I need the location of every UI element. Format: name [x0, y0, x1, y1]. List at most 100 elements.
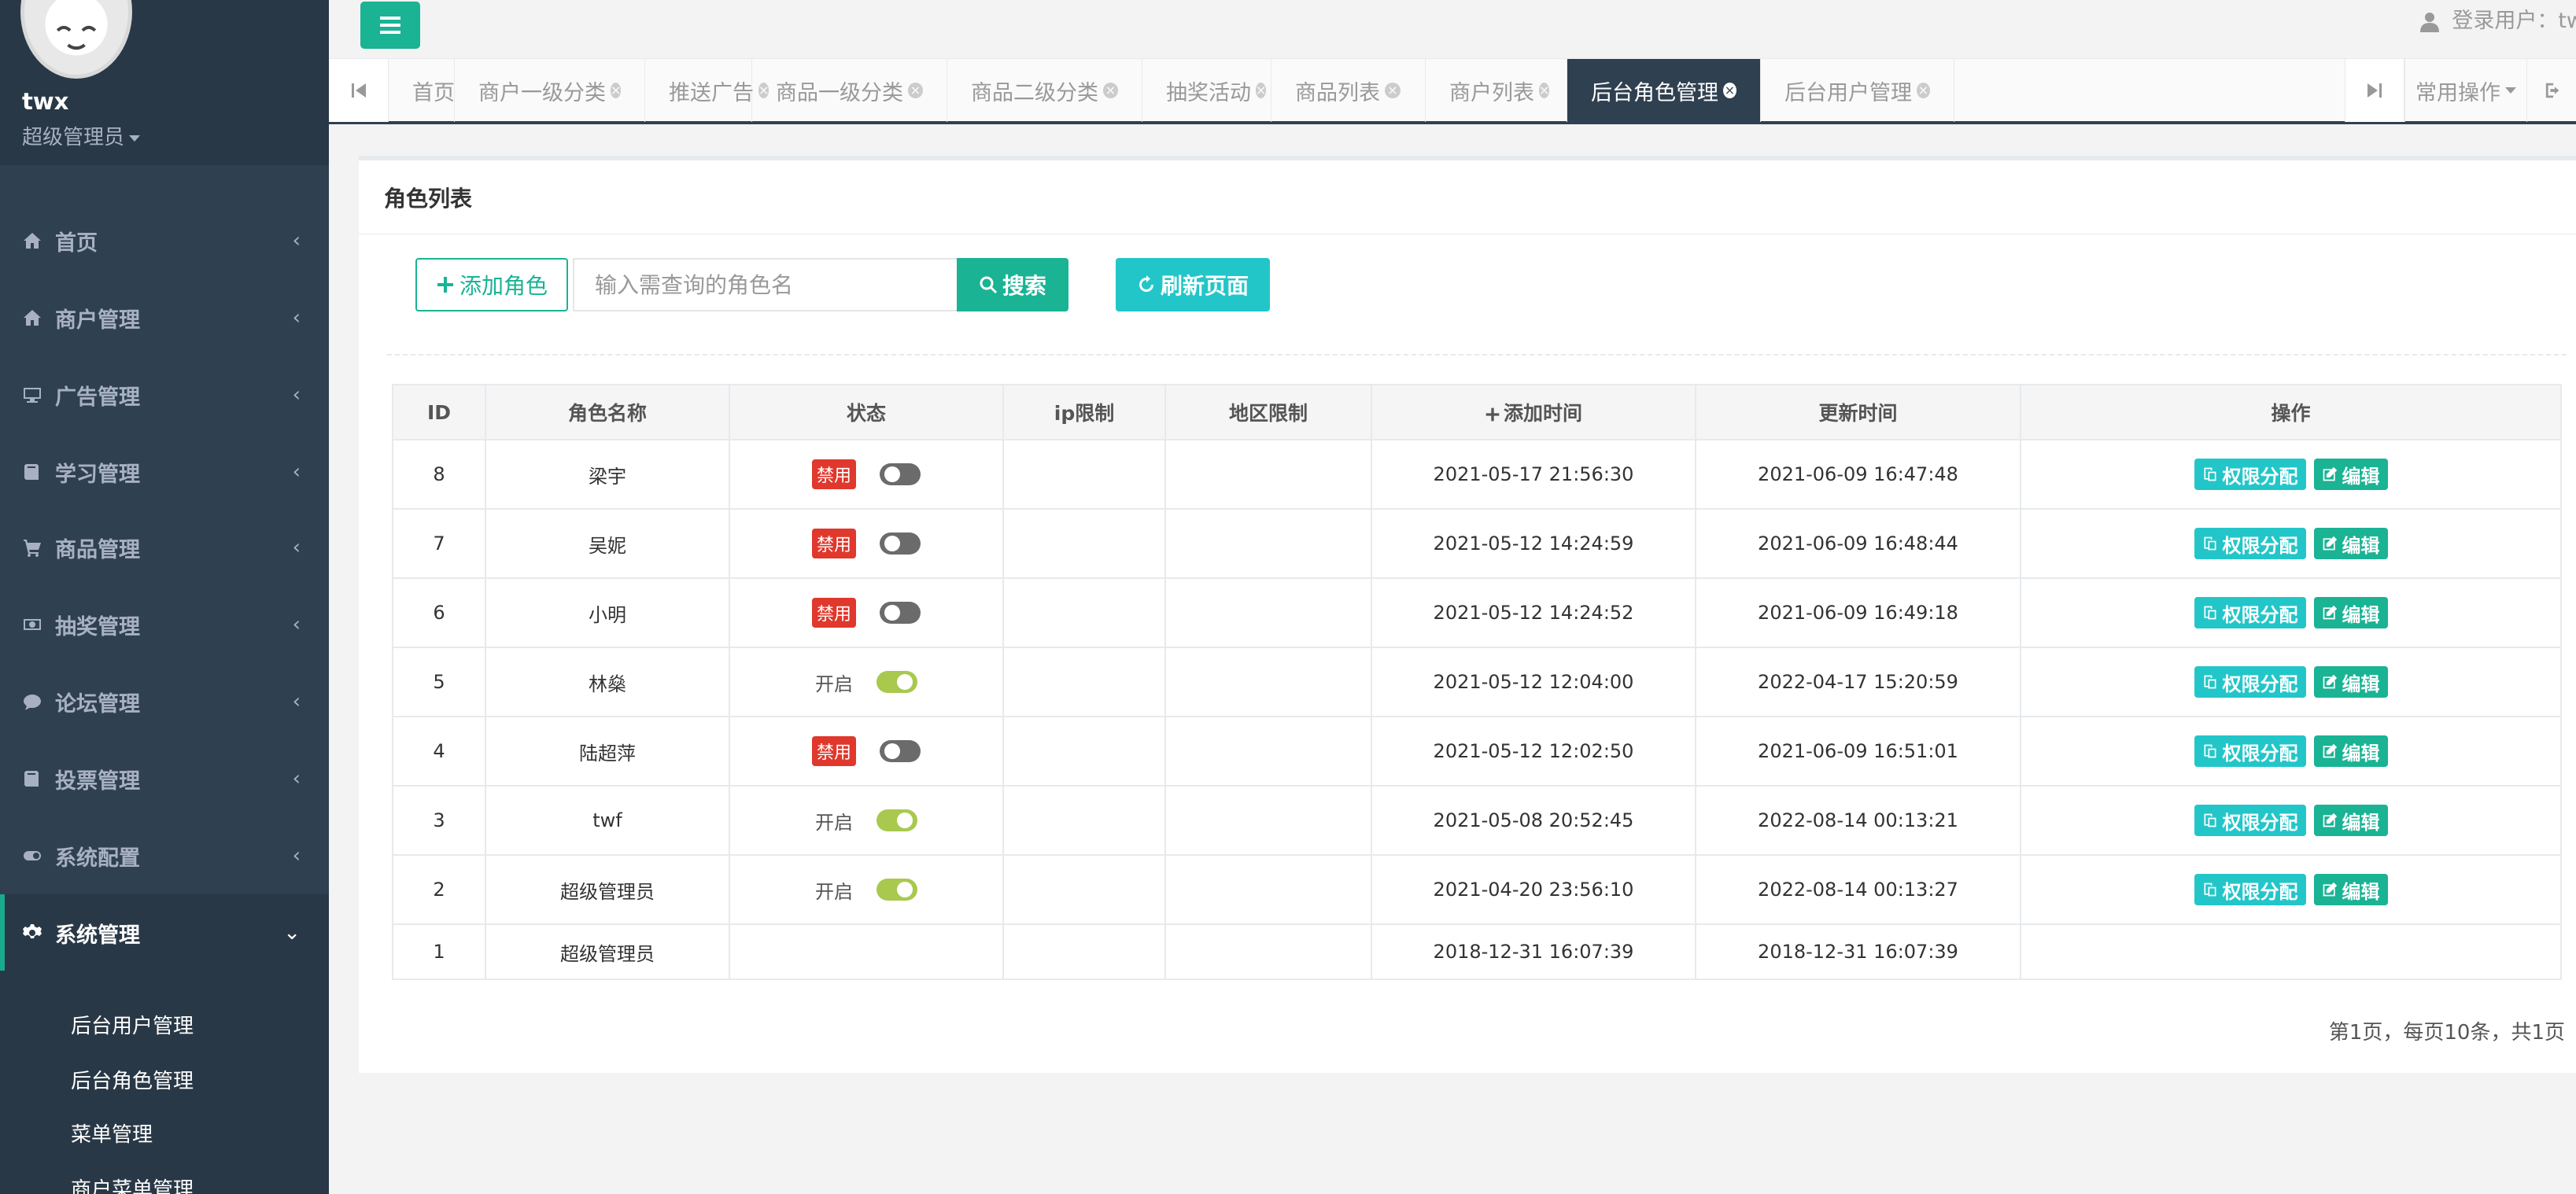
status-toggle[interactable]: [877, 671, 917, 693]
copy-icon: [2204, 883, 2216, 897]
close-icon[interactable]: ×: [1539, 83, 1550, 98]
sidebar-item-1[interactable]: 首页 ‹: [0, 202, 329, 279]
cell-role-name: 吴妮: [485, 508, 730, 579]
chevron-left-icon: ‹: [292, 460, 301, 484]
status-toggle[interactable]: [877, 879, 917, 901]
role-search-input[interactable]: [573, 258, 960, 311]
edit-button[interactable]: 编辑: [2313, 874, 2388, 905]
assign-permission-button[interactable]: 权限分配: [2194, 528, 2306, 559]
edit-button[interactable]: 编辑: [2313, 805, 2388, 836]
status-toggle[interactable]: [880, 463, 921, 485]
tab-9[interactable]: 后台角色管理 ×: [1567, 59, 1761, 122]
copy-icon: [2204, 744, 2216, 758]
edit-button[interactable]: 编辑: [2313, 528, 2388, 559]
logout-button[interactable]: [2529, 59, 2563, 122]
tab-7[interactable]: 商品列表 ×: [1271, 59, 1426, 122]
edit-label: 编辑: [2342, 465, 2380, 488]
tab-6[interactable]: 抽奖活动 ×: [1142, 59, 1271, 122]
close-icon[interactable]: ×: [1103, 83, 1118, 98]
sidebar-item-10[interactable]: 系统管理 ⌄: [0, 894, 329, 971]
tab-1[interactable]: 首页: [389, 59, 455, 122]
tab-scroll-right-button[interactable]: [2345, 59, 2404, 122]
add-role-button[interactable]: 添加角色: [415, 258, 568, 311]
assign-permission-button[interactable]: 权限分配: [2194, 874, 2306, 905]
sidebar-item-8[interactable]: 投票管理 ‹: [0, 740, 329, 817]
cell-ip-limit: [1002, 923, 1166, 980]
edit-icon: [2323, 674, 2337, 689]
bars-icon: [380, 24, 400, 27]
gear-icon: [20, 923, 44, 942]
sidebar-item-label: 论坛管理: [55, 691, 140, 717]
submenu-item[interactable]: 菜单管理: [71, 1118, 153, 1148]
sidebar-item-5[interactable]: 商品管理 ‹: [0, 509, 329, 586]
edit-button[interactable]: 编辑: [2313, 459, 2388, 490]
col-status: 状态: [729, 384, 1004, 440]
close-icon[interactable]: ×: [1917, 83, 1930, 98]
tab-8[interactable]: 商户列表 ×: [1426, 59, 1567, 122]
copy-icon: [2204, 675, 2216, 689]
assign-permission-button[interactable]: 权限分配: [2194, 805, 2306, 836]
sidebar-item-4[interactable]: 学习管理 ‹: [0, 433, 329, 510]
status-toggle[interactable]: [880, 533, 921, 555]
edit-button[interactable]: 编辑: [2313, 735, 2388, 767]
close-icon[interactable]: ×: [1385, 83, 1401, 98]
sidebar-item-3[interactable]: 广告管理 ‹: [0, 356, 329, 433]
tab-4[interactable]: 商品一级分类 ×: [752, 59, 947, 122]
edit-icon: [2323, 743, 2337, 758]
status-toggle[interactable]: [880, 740, 921, 762]
edit-label: 编辑: [2342, 880, 2380, 903]
sidebar-item-7[interactable]: 论坛管理 ‹: [0, 663, 329, 740]
submenu-item[interactable]: 后台角色管理: [71, 1065, 194, 1094]
sidebar-role-label: 超级管理员: [22, 126, 125, 149]
toggle-knob: [897, 674, 913, 690]
cell-updated-time: 2021-06-09 16:47:48: [1695, 439, 2021, 510]
cell-region-limit: [1164, 439, 1372, 510]
toggle-knob: [897, 813, 913, 828]
sidebar-item-9[interactable]: 系统配置 ‹: [0, 817, 329, 894]
tab-2[interactable]: 商户一级分类 ×: [455, 59, 645, 122]
cell-role-name: 梁宇: [485, 439, 730, 510]
assign-permission-button[interactable]: 权限分配: [2194, 735, 2306, 767]
table-row: 2 超级管理员 开启 2021-04-20 23:56:10 2022-08-14 00…: [392, 854, 2562, 925]
tab-3[interactable]: 推送广告 ×: [645, 59, 769, 122]
status-toggle[interactable]: [877, 809, 917, 831]
status-toggle[interactable]: [880, 602, 921, 624]
common-ops-dropdown[interactable]: 常用操作: [2404, 59, 2527, 122]
edit-button[interactable]: 编辑: [2313, 597, 2388, 628]
tab-10[interactable]: 后台用户管理 ×: [1761, 59, 1954, 122]
col-id: ID: [392, 384, 486, 440]
toggle-knob: [884, 536, 900, 551]
refresh-button[interactable]: 刷新页面: [1116, 258, 1270, 311]
pagination-info: 第1页，每页10条，共1页: [2328, 1021, 2565, 1045]
sidebar-role-dropdown[interactable]: 超级管理员: [22, 121, 141, 150]
close-icon[interactable]: ×: [1256, 83, 1267, 98]
search-button[interactable]: 搜索: [957, 258, 1068, 311]
divider: [387, 354, 2567, 356]
close-icon[interactable]: ×: [611, 83, 622, 98]
submenu-item[interactable]: 后台用户管理: [71, 1010, 194, 1039]
sidebar-item-2[interactable]: 商户管理 ‹: [0, 279, 329, 356]
assign-permission-button[interactable]: 权限分配: [2194, 597, 2306, 628]
cell-role-name: 超级管理员: [485, 854, 730, 925]
cell-ip-limit: [1002, 439, 1166, 510]
menu-toggle-button[interactable]: [360, 2, 420, 49]
sidebar-item-6[interactable]: 抽奖管理 ‹: [0, 586, 329, 663]
close-icon[interactable]: ×: [1723, 83, 1736, 98]
sidebar-item-label: 广告管理: [55, 385, 140, 410]
col-added-time[interactable]: 添加时间: [1371, 384, 1696, 440]
close-icon[interactable]: ×: [908, 83, 923, 98]
table-row: 1 超级管理员 2018-12-31 16:07:39 2018-12-31 16:0…: [392, 923, 2562, 980]
cell-status: 开启: [729, 854, 1004, 925]
tab-5[interactable]: 商品二级分类 ×: [947, 59, 1142, 122]
assign-permission-button[interactable]: 权限分配: [2194, 459, 2306, 490]
submenu-item[interactable]: 商户菜单管理: [71, 1174, 194, 1194]
avatar[interactable]: [20, 0, 132, 79]
cell-ip-limit: [1002, 854, 1166, 925]
caret-down-icon: [129, 135, 141, 142]
cell-status: 禁用: [729, 716, 1004, 787]
edit-button[interactable]: 编辑: [2313, 666, 2388, 698]
assign-permission-label: 权限分配: [2222, 742, 2298, 765]
tab-scroll-left-button[interactable]: [329, 59, 389, 122]
cell-actions: 权限分配 编辑: [2020, 785, 2562, 856]
assign-permission-button[interactable]: 权限分配: [2194, 666, 2306, 698]
